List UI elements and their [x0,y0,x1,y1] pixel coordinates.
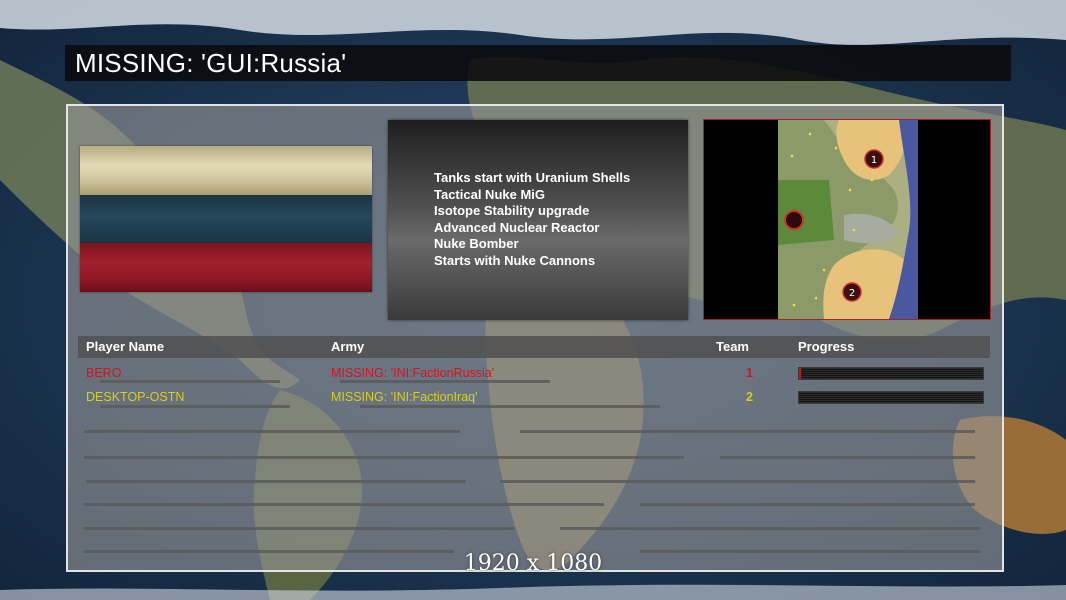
empty-slot-line [560,527,980,530]
faction-flag [80,146,372,292]
header-player-name: Player Name [86,339,165,354]
empty-slot-line [520,430,975,433]
empty-slot-line [84,527,514,530]
feature-item: Isotope Stability upgrade [434,203,590,219]
row-divider [100,405,290,408]
player-progress-bar [798,391,984,404]
player-progress-fill [799,368,801,379]
faction-title: MISSING: 'GUI:Russia' [75,48,347,78]
player-team: 2 [746,390,753,404]
player-army: MISSING: 'INI:FactionIraq' [331,390,478,404]
faction-description: Tanks start with Uranium Shells Tactical… [388,120,688,320]
flag-stripe-white [80,146,372,195]
player-table-header: Player Name Army Team Progress [78,336,990,358]
header-team: Team [716,339,749,354]
map-base-marker [784,210,804,230]
header-progress: Progress [798,339,855,354]
row-divider [340,380,550,383]
feature-item: Advanced Nuclear Reactor [434,219,600,235]
empty-slot-line [84,456,684,459]
feature-item: Nuke Bomber [434,236,519,252]
header-army: Army [331,339,365,354]
empty-slot-line [84,430,460,433]
player-progress-bar [798,367,984,380]
empty-slot-line [720,456,975,459]
map-terrain: 1 2 [778,120,918,319]
player-name: DESKTOP-OSTN [86,390,185,404]
row-divider [360,405,660,408]
row-divider [100,380,280,383]
feature-item: Tanks start with Uranium Shells [434,170,631,185]
empty-slot-line [640,503,975,506]
empty-slot-line [500,480,975,483]
resolution-label: 1920 x 1080 [463,551,603,576]
feature-list: Tanks start with Uranium Shells Tactical… [434,170,630,270]
empty-slot-line [84,503,604,506]
flag-stripe-blue [80,194,372,244]
feature-item: Starts with Nuke Cannons [434,252,596,268]
start-marker-label-2: 2 [849,288,855,299]
player-team: 1 [746,366,753,380]
map-preview[interactable]: 1 2 [703,119,991,320]
player-army: MISSING: 'INI:FactionRussia' [331,366,495,380]
empty-slot-line [86,480,466,483]
title-bar: MISSING: 'GUI:Russia' [65,45,1011,81]
player-name: BERO [86,366,122,380]
flag-stripe-red [80,243,372,292]
feature-item: Tactical Nuke MiG [434,186,546,202]
start-marker-label-1: 1 [871,155,877,166]
